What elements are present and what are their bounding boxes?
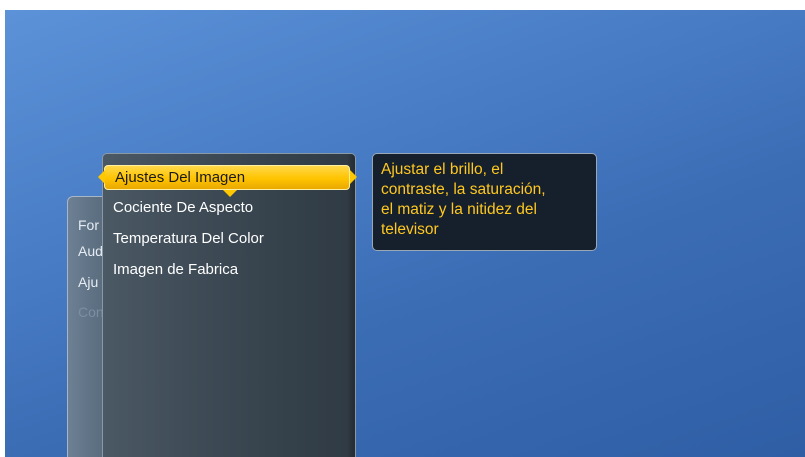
parent-menu-item[interactable]: Aud (78, 243, 103, 259)
tv-screen: For Aud Aju Consumo de Energía Cociente … (5, 10, 805, 457)
menu-item-color-temperature[interactable]: Temperatura Del Color (113, 230, 264, 247)
left-arrow-icon (98, 170, 105, 184)
menu-item-factory-image[interactable]: Imagen de Fabrica (113, 261, 238, 278)
parent-menu-item[interactable]: Aju (78, 274, 98, 290)
menu-item-picture-settings[interactable]: Ajustes Del Imagen (104, 165, 350, 190)
parent-menu-item[interactable]: For (78, 217, 99, 233)
description-box: Ajustar el brillo, el contraste, la satu… (372, 153, 597, 251)
selected-item-label: Ajustes Del Imagen (115, 169, 246, 186)
submenu-panel: Cociente De Aspecto Temperatura Del Colo… (102, 153, 356, 457)
down-arrow-icon (223, 190, 237, 197)
description-text: Ajustar el brillo, el contraste, la satu… (381, 161, 546, 238)
right-arrow-icon (350, 170, 357, 184)
menu-item-aspect-ratio[interactable]: Cociente De Aspecto (113, 199, 253, 216)
